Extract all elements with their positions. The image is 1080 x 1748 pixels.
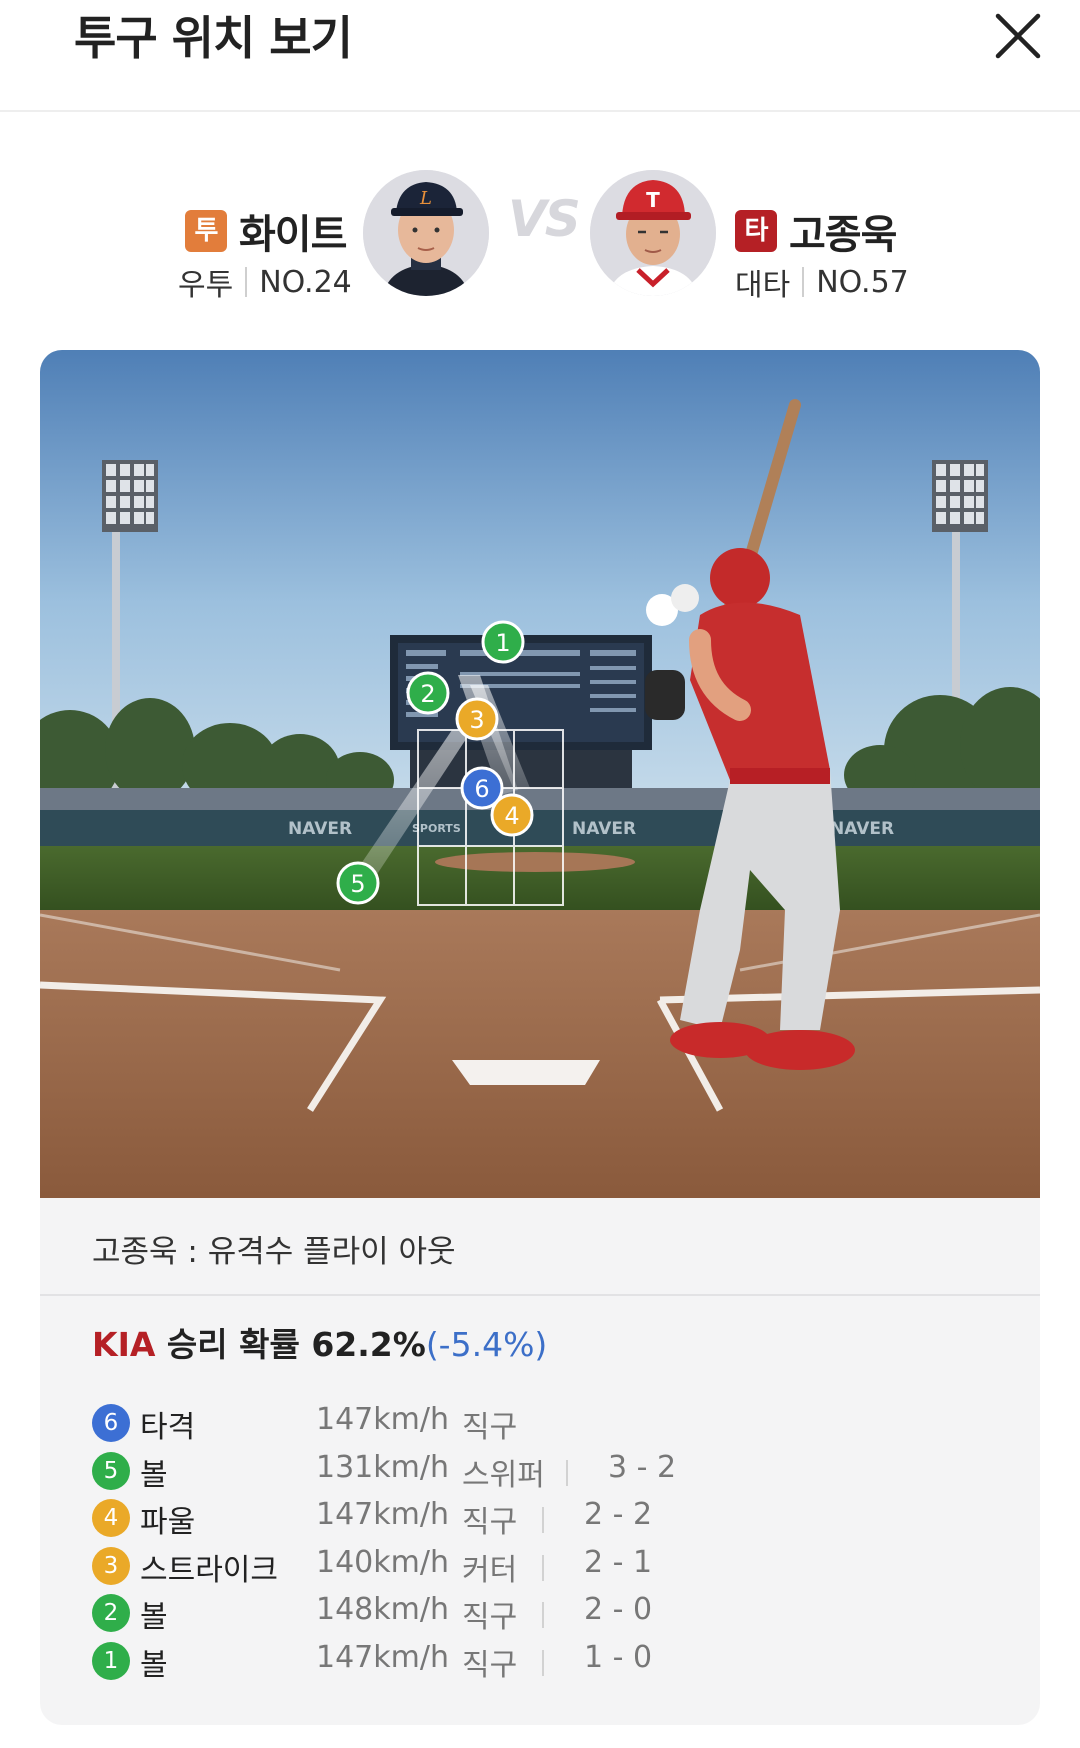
pitch-number-badge: 2	[92, 1594, 130, 1632]
pitch-marker-5: 5	[336, 861, 380, 905]
pitch-row: 5 볼 131km/h 스위퍼 3 - 2	[92, 1448, 992, 1496]
divider	[245, 267, 248, 297]
svg-text:3: 3	[469, 706, 484, 734]
pitcher-name-row: 투 화이트	[185, 202, 347, 260]
pitch-result: 볼	[140, 1647, 168, 1683]
page-title: 투구 위치 보기	[74, 11, 353, 65]
pitch-number-badge: 3	[92, 1546, 130, 1585]
close-icon[interactable]	[990, 8, 1046, 64]
pitch-number-badge: 6	[92, 1404, 130, 1442]
pitch-type: 직구	[462, 1647, 518, 1683]
pitcher-avatar[interactable]: L	[363, 170, 489, 296]
win-prob-label: 승리 확률	[155, 1325, 312, 1364]
batter-name-row: 타 고종욱	[735, 202, 897, 260]
pitcher-role-badge: 투	[185, 210, 227, 252]
batter-hand: 대타	[735, 268, 791, 303]
modal-header: 투구 위치 보기	[0, 0, 1080, 112]
pitch-marker-4: 4	[490, 793, 534, 837]
matchup: 투 화이트 우투 NO.24 L VS T 타 고종욱 대타 NO.57	[0, 150, 1080, 310]
pitch-row: 2 볼 148km/h 직구 2 - 0	[92, 1590, 992, 1638]
pitcher-hand: 우투	[178, 268, 234, 303]
win-prob-delta: (-5.4%)	[425, 1325, 548, 1364]
infield-dirt	[40, 910, 1040, 1198]
svg-text:NAVER: NAVER	[288, 819, 352, 839]
pitch-result: 볼	[140, 1600, 168, 1635]
pitch-speed: 140km/h	[316, 1544, 449, 1580]
divider	[542, 1554, 544, 1581]
pitch-number-badge: 1	[92, 1641, 130, 1680]
pitch-result: 볼	[140, 1457, 168, 1493]
win-probability: KIA 승리 확률 62.2%(-5.4%)	[92, 1318, 547, 1366]
stands	[40, 788, 1040, 810]
pitcher-meta: 우투 NO.24	[178, 260, 352, 304]
batter-avatar[interactable]: T	[590, 170, 716, 296]
pitch-count: 2 - 0	[584, 1592, 653, 1627]
pitch-result: 스트라이크	[140, 1552, 278, 1588]
pitch-count: 2 - 2	[584, 1497, 653, 1532]
svg-text:NAVER: NAVER	[572, 819, 636, 839]
pitch-row: 6 타격 147km/h 직구	[92, 1400, 992, 1448]
svg-text:T: T	[646, 188, 660, 212]
pitch-card: NAVER SPORTS NAVER NAVER 1 2 3 6 4 5 고종욱…	[40, 350, 1040, 1725]
pitch-speed: 147km/h	[316, 1639, 449, 1675]
svg-text:1: 1	[495, 629, 510, 657]
pitch-type: 직구	[462, 1505, 518, 1540]
home-plate	[452, 1060, 600, 1085]
pitch-count: 1 - 0	[584, 1639, 653, 1675]
svg-text:2: 2	[420, 680, 435, 708]
batter-name[interactable]: 고종욱	[789, 202, 897, 260]
pitch-type: 직구	[462, 1410, 518, 1445]
divider	[542, 1649, 544, 1676]
batter-role-badge: 타	[735, 210, 777, 252]
pitch-type: 직구	[462, 1600, 518, 1635]
pitch-location-scene: NAVER SPORTS NAVER NAVER 1 2 3 6 4 5	[40, 350, 1040, 1198]
pitch-count: 3 - 2	[608, 1449, 677, 1485]
pitch-marker-3: 3	[455, 697, 499, 741]
svg-text:5: 5	[350, 870, 365, 898]
divider	[542, 1507, 544, 1533]
divider	[802, 267, 805, 297]
batter-number: NO.57	[816, 264, 909, 300]
pitch-number-badge: 4	[92, 1499, 130, 1537]
svg-text:SPORTS: SPORTS	[412, 822, 461, 835]
vs-label: VS	[508, 190, 581, 248]
svg-text:NAVER: NAVER	[830, 819, 894, 839]
pitch-list: 6 타격 147km/h 직구 5 볼 131km/h 스위퍼 3 - 2 4 …	[92, 1400, 992, 1685]
at-bat-result: 고종욱 : 유격수 플라이 아웃	[40, 1198, 1040, 1296]
pitch-row: 4 파울 147km/h 직구 2 - 2	[92, 1495, 992, 1543]
pitch-result: 타격	[140, 1410, 196, 1445]
pitch-speed: 147km/h	[316, 1402, 449, 1437]
pitch-speed: 131km/h	[316, 1449, 449, 1485]
pitch-result: 파울	[140, 1505, 196, 1540]
pitcher-name[interactable]: 화이트	[239, 202, 347, 260]
pitch-row: 1 볼 147km/h 직구 1 - 0	[92, 1638, 992, 1686]
pitch-row: 3 스트라이크 140km/h 커터 2 - 1	[92, 1543, 992, 1591]
pitch-count: 2 - 1	[584, 1544, 653, 1580]
pitch-type: 스위퍼	[462, 1457, 545, 1493]
pitch-speed: 147km/h	[316, 1497, 449, 1532]
batter-meta: 대타 NO.57	[735, 260, 909, 304]
at-bat-result-text: 고종욱 : 유격수 플라이 아웃	[92, 1234, 456, 1270]
divider	[542, 1602, 544, 1628]
pitch-marker-1: 1	[481, 620, 525, 664]
win-prob-value: 62.2%	[311, 1325, 426, 1364]
pitch-type: 커터	[462, 1552, 518, 1588]
svg-text:6: 6	[474, 775, 489, 803]
win-prob-team: KIA	[92, 1325, 156, 1364]
svg-text:L: L	[419, 188, 432, 209]
svg-text:4: 4	[504, 802, 519, 830]
pitch-number-badge: 5	[92, 1451, 130, 1490]
pitch-marker-2: 2	[406, 671, 450, 715]
pitcher-number: NO.24	[259, 264, 352, 300]
pitch-speed: 148km/h	[316, 1592, 449, 1627]
divider	[566, 1459, 568, 1486]
